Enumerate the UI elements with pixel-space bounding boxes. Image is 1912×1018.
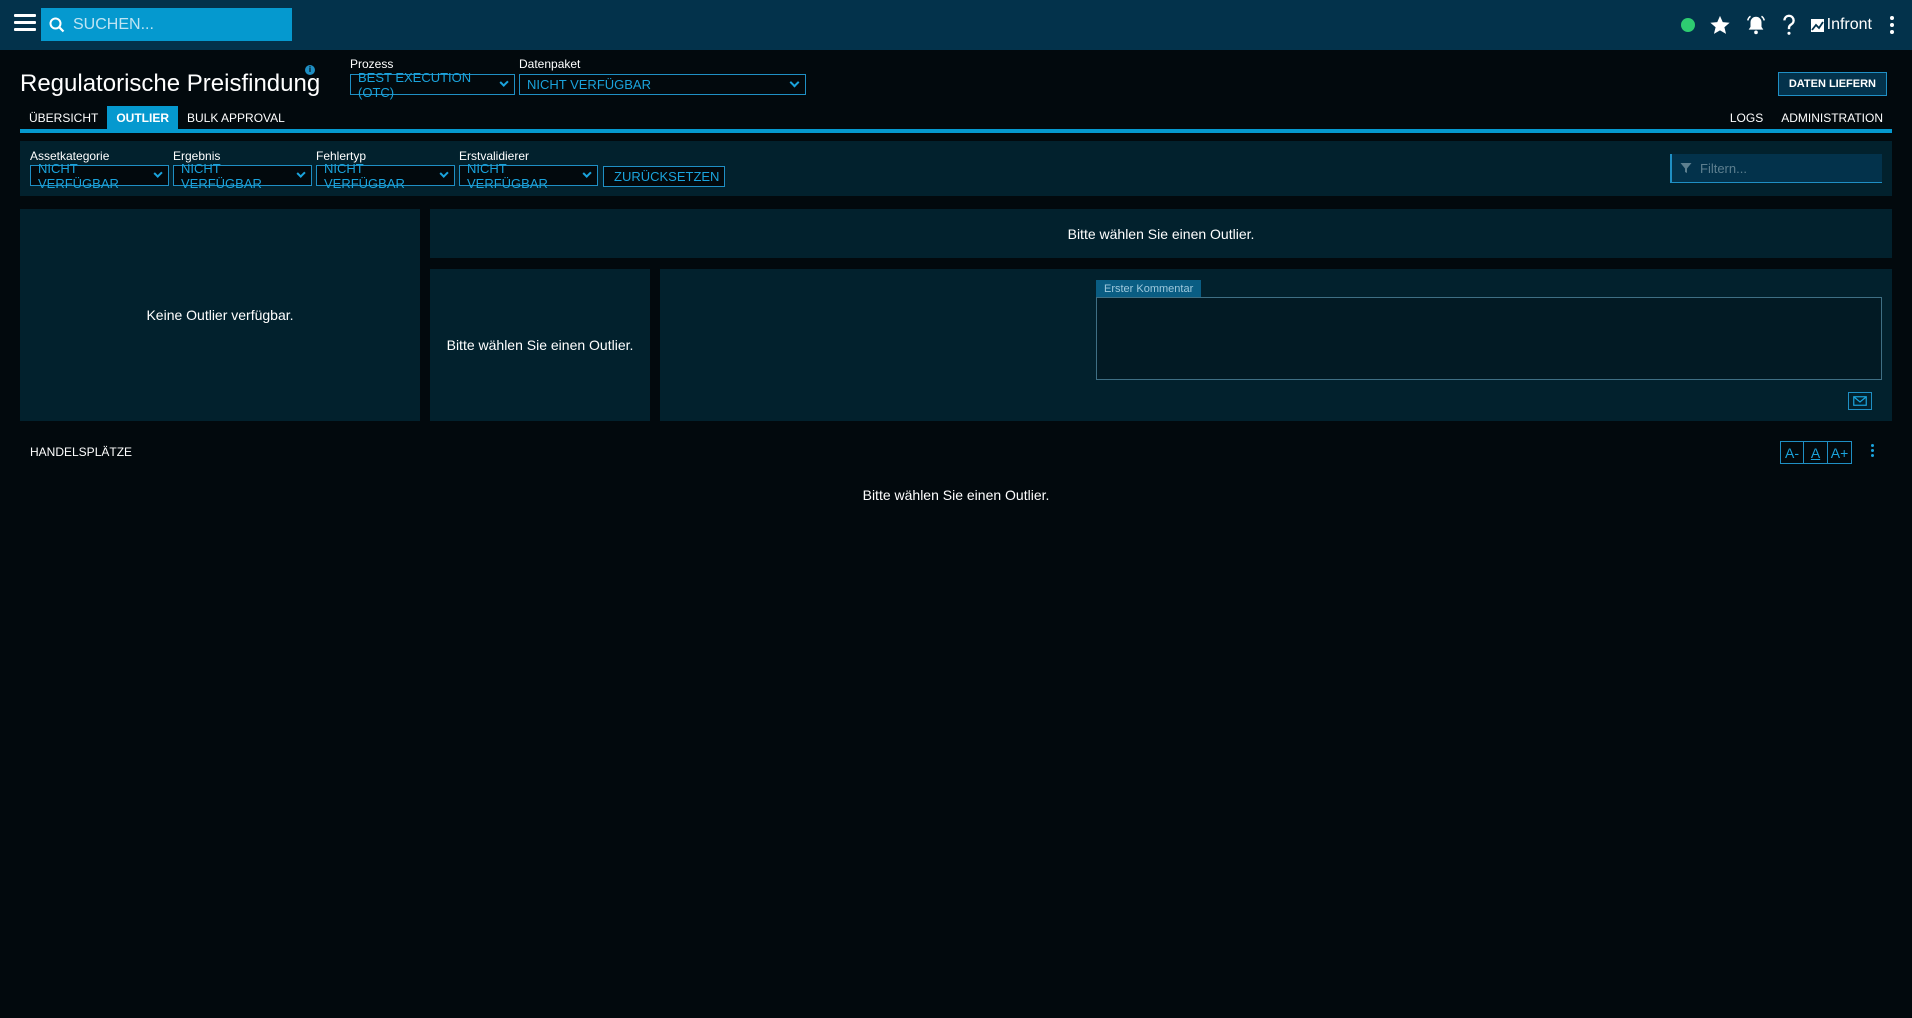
chevron-down-icon [789, 77, 800, 88]
fehlertyp-value: NICHT VERFÜGBAR [324, 160, 405, 191]
filter-icon [1680, 163, 1692, 173]
datenpaket-select[interactable]: NICHT VERFÜGBAR [519, 74, 806, 95]
tab-outlier[interactable]: OUTLIER [107, 106, 179, 130]
top-right-toolbar: Infront [1680, 0, 1898, 50]
font-increase-button[interactable]: A+ [1828, 441, 1852, 464]
assetkategorie-value: NICHT VERFÜGBAR [38, 160, 119, 191]
search-input[interactable] [71, 14, 271, 35]
datenpaket-label: Datenpaket [519, 57, 581, 71]
font-decrease-button[interactable]: A- [1780, 441, 1804, 464]
mail-icon [1853, 396, 1867, 406]
chevron-down-icon [153, 168, 163, 179]
assetkategorie-select[interactable]: NICHT VERFÜGBAR [30, 161, 169, 191]
font-reset-button[interactable]: A [1804, 441, 1828, 464]
tab-administration[interactable]: ADMINISTRATION [1772, 106, 1892, 130]
tab-logs[interactable]: LOGS [1721, 106, 1772, 130]
bell-icon[interactable] [1745, 14, 1767, 36]
daten-liefern-button[interactable]: DATEN LIEFERN [1777, 72, 1887, 96]
page-title: Regulatorische Preisfindung [20, 70, 321, 97]
info-icon[interactable]: i [305, 65, 315, 75]
select-outlier-message: Bitte wählen Sie einen Outlier. [1067, 225, 1255, 242]
search-box[interactable] [41, 8, 292, 41]
connection-status-icon [1680, 18, 1695, 32]
outlier-list-panel: Keine Outlier verfügbar. [20, 209, 420, 421]
outlier-detail-panel: Bitte wählen Sie einen Outlier. [430, 209, 1892, 258]
outlier-info-panel: Bitte wählen Sie einen Outlier. [430, 269, 650, 421]
erstvalidierer-value: NICHT VERFÜGBAR [467, 160, 548, 191]
filter-input[interactable] [1698, 159, 1878, 177]
filter-box[interactable] [1670, 154, 1882, 183]
more-options-icon[interactable] [1886, 16, 1898, 34]
main-tabs: ÜBERSICHT OUTLIER BULK APPROVAL [20, 106, 294, 130]
menu-icon[interactable] [14, 14, 36, 36]
select-outlier-message: Bitte wählen Sie einen Outlier. [446, 337, 634, 353]
handelsplaetze-title: HANDELSPLÄTZE [30, 445, 133, 459]
help-icon[interactable] [1781, 14, 1797, 36]
handelsplaetze-empty-message: Bitte wählen Sie einen Outlier. [862, 487, 1050, 503]
send-comment-button[interactable] [1848, 392, 1872, 410]
chevron-down-icon [499, 77, 509, 88]
brand-name: Infront [1826, 16, 1872, 33]
tab-indicator-strip [20, 129, 1892, 133]
chevron-down-icon [582, 168, 592, 179]
font-size-controls: A- A A+ [1780, 441, 1852, 464]
comment-textarea[interactable] [1096, 297, 1882, 380]
erstvalidierer-select[interactable]: NICHT VERFÜGBAR [459, 161, 598, 191]
brand-logo: Infront [1810, 16, 1872, 34]
reset-button[interactable]: ZURÜCKSETZEN [603, 166, 725, 187]
prozess-select[interactable]: BEST EXECUTION (OTC) [350, 70, 515, 100]
ergebnis-select[interactable]: NICHT VERFÜGBAR [173, 161, 312, 191]
chevron-down-icon [296, 168, 306, 179]
tab-bulk-approval[interactable]: BULK APPROVAL [178, 106, 294, 130]
chevron-down-icon [439, 168, 449, 179]
more-options-icon[interactable] [1871, 444, 1874, 457]
fehlertyp-select[interactable]: NICHT VERFÜGBAR [316, 161, 455, 191]
star-icon[interactable] [1709, 14, 1731, 36]
reset-label: ZURÜCKSETZEN [614, 169, 720, 184]
ergebnis-value: NICHT VERFÜGBAR [181, 160, 262, 191]
top-bar: Infront [0, 0, 1912, 50]
prozess-value: BEST EXECUTION (OTC) [358, 69, 472, 100]
filter-bar: Assetkategorie NICHT VERFÜGBAR Ergebnis … [20, 141, 1892, 196]
search-icon [49, 17, 65, 32]
no-outlier-message: Keine Outlier verfügbar. [146, 307, 294, 323]
secondary-tabs: LOGS ADMINISTRATION [1721, 106, 1892, 130]
datenpaket-value: NICHT VERFÜGBAR [527, 77, 651, 92]
chart-logo-icon [1810, 18, 1824, 32]
tab-uebersicht[interactable]: ÜBERSICHT [20, 106, 107, 130]
comment-label: Erster Kommentar [1096, 280, 1202, 297]
